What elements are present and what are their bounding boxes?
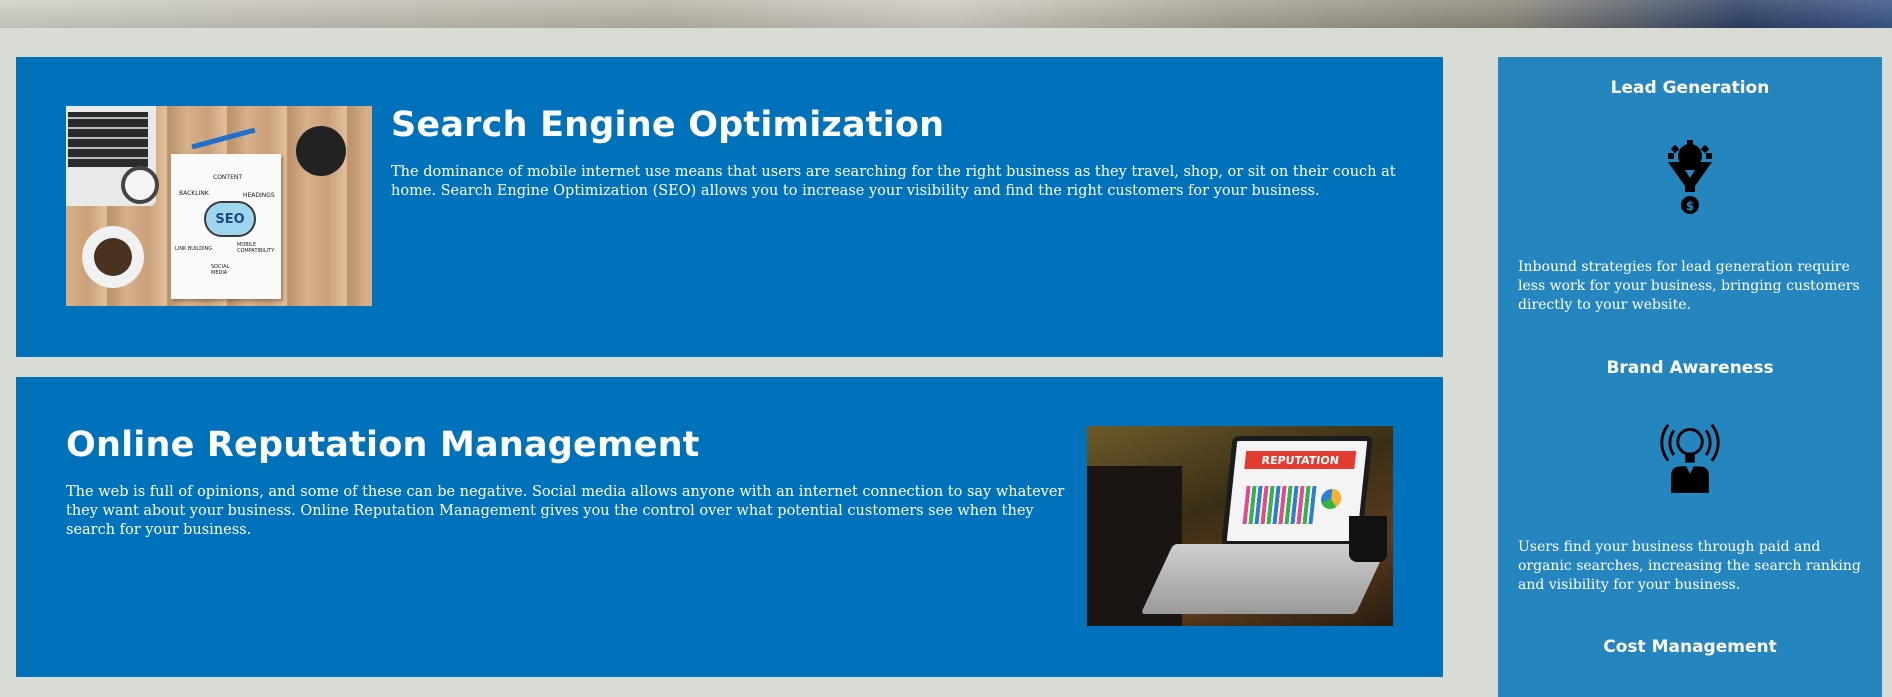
reputation-description: The web is full of opinions, and some of…: [66, 484, 1065, 538]
feature-title: Brand Awareness: [1606, 358, 1774, 378]
reputation-text: Online Reputation Management The web is …: [66, 425, 1066, 540]
magnifier-graphic: [121, 166, 159, 204]
feature-lead-generation: Lead Generation $ Inbound strategies for…: [1498, 78, 1882, 313]
lead-funnel-icon: $: [1655, 140, 1725, 220]
feature-description: Inbound strategies for lead generation r…: [1518, 259, 1860, 313]
service-seo: CONTENT HEADINGS BACKLINK LINK BUILDING …: [16, 57, 1443, 357]
seo-label-backlink: BACKLINK: [179, 190, 209, 197]
service-reputation: Online Reputation Management The web is …: [16, 377, 1443, 677]
services-content: CONTENT HEADINGS BACKLINK LINK BUILDING …: [16, 57, 1443, 697]
seo-text: Search Engine Optimization The dominance…: [391, 105, 1401, 201]
pie-chart-graphic: [1320, 489, 1343, 509]
reputation-banner: REPUTATION: [1244, 451, 1357, 469]
feature-title: Cost Management: [1603, 637, 1777, 657]
lightbulb-broadcast-icon: [1655, 415, 1725, 495]
feature-cost-management: Cost Management: [1498, 637, 1882, 657]
seo-cloud: SEO: [204, 201, 256, 237]
feature-title: Lead Generation: [1610, 78, 1770, 98]
seo-label-headings: HEADINGS: [243, 192, 275, 199]
coffee-cup-graphic: [82, 226, 144, 288]
seo-description: The dominance of mobile internet use mea…: [391, 164, 1396, 199]
hero-image-strip: [0, 0, 1892, 28]
seo-label-content: CONTENT: [213, 174, 243, 181]
bar-chart-graphic: [1242, 486, 1317, 524]
reputation-title: Online Reputation Management: [66, 425, 700, 465]
benefits-sidebar: Lead Generation $ Inbound strategies for…: [1498, 57, 1882, 697]
seo-title: Search Engine Optimization: [391, 105, 945, 145]
feature-description: Users find your business through paid an…: [1518, 539, 1861, 593]
svg-text:$: $: [1686, 199, 1694, 213]
mug-graphic: [1349, 516, 1387, 562]
pen-holder-graphic: [296, 126, 346, 176]
seo-label-mobile: MOBILE COMPATIBILITY: [237, 242, 275, 254]
seo-label-social: SOCIAL MEDIA: [211, 264, 230, 276]
reputation-image: REPUTATION: [1087, 426, 1393, 626]
seo-image: CONTENT HEADINGS BACKLINK LINK BUILDING …: [66, 106, 372, 306]
seo-label-link-building: LINK BUILDING: [175, 246, 213, 252]
pen-graphic: [191, 127, 256, 150]
feature-brand-awareness: Brand Awareness Users find your business…: [1498, 358, 1882, 593]
